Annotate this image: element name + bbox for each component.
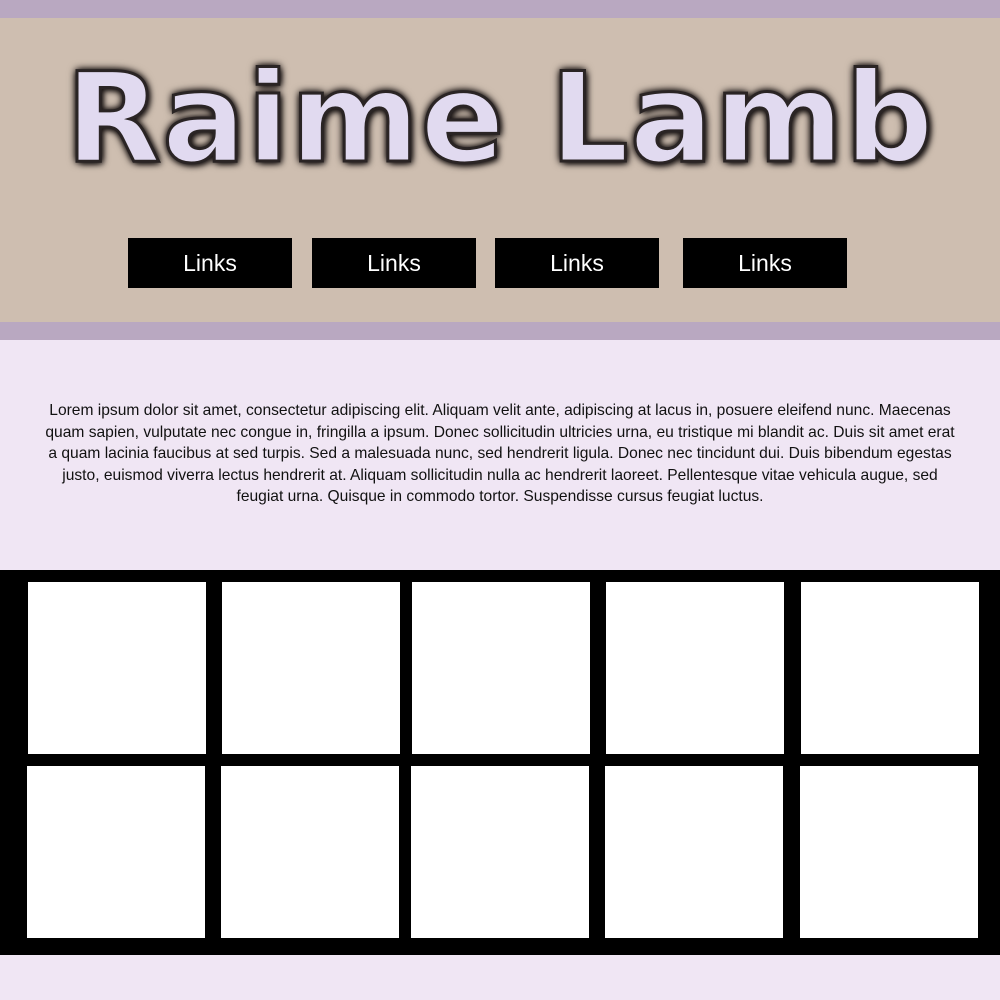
nav-link-3[interactable]: Links [495,238,659,288]
gallery-tile-1[interactable] [28,582,206,754]
gallery-tile-2[interactable] [222,582,400,754]
gallery-tile-10[interactable] [800,766,978,938]
site-header: Raime Lamb Links Links Links Links [0,18,1000,322]
gallery-tile-6[interactable] [27,766,205,938]
intro-paragraph: Lorem ipsum dolor sit amet, consectetur … [45,402,955,505]
nav-link-1[interactable]: Links [128,238,292,288]
gallery-tile-9[interactable] [605,766,783,938]
gallery-tile-7[interactable] [221,766,399,938]
gallery-tile-8[interactable] [411,766,589,938]
site-title: Raime Lamb [64,46,935,193]
gallery-tile-5[interactable] [801,582,979,754]
image-gallery [0,570,1000,955]
header-bottom-band [0,322,1000,340]
gallery-tile-3[interactable] [412,582,590,754]
top-accent-band [0,0,1000,18]
nav-link-4[interactable]: Links [683,238,847,288]
nav-link-2[interactable]: Links [312,238,476,288]
gallery-tile-4[interactable] [606,582,784,754]
